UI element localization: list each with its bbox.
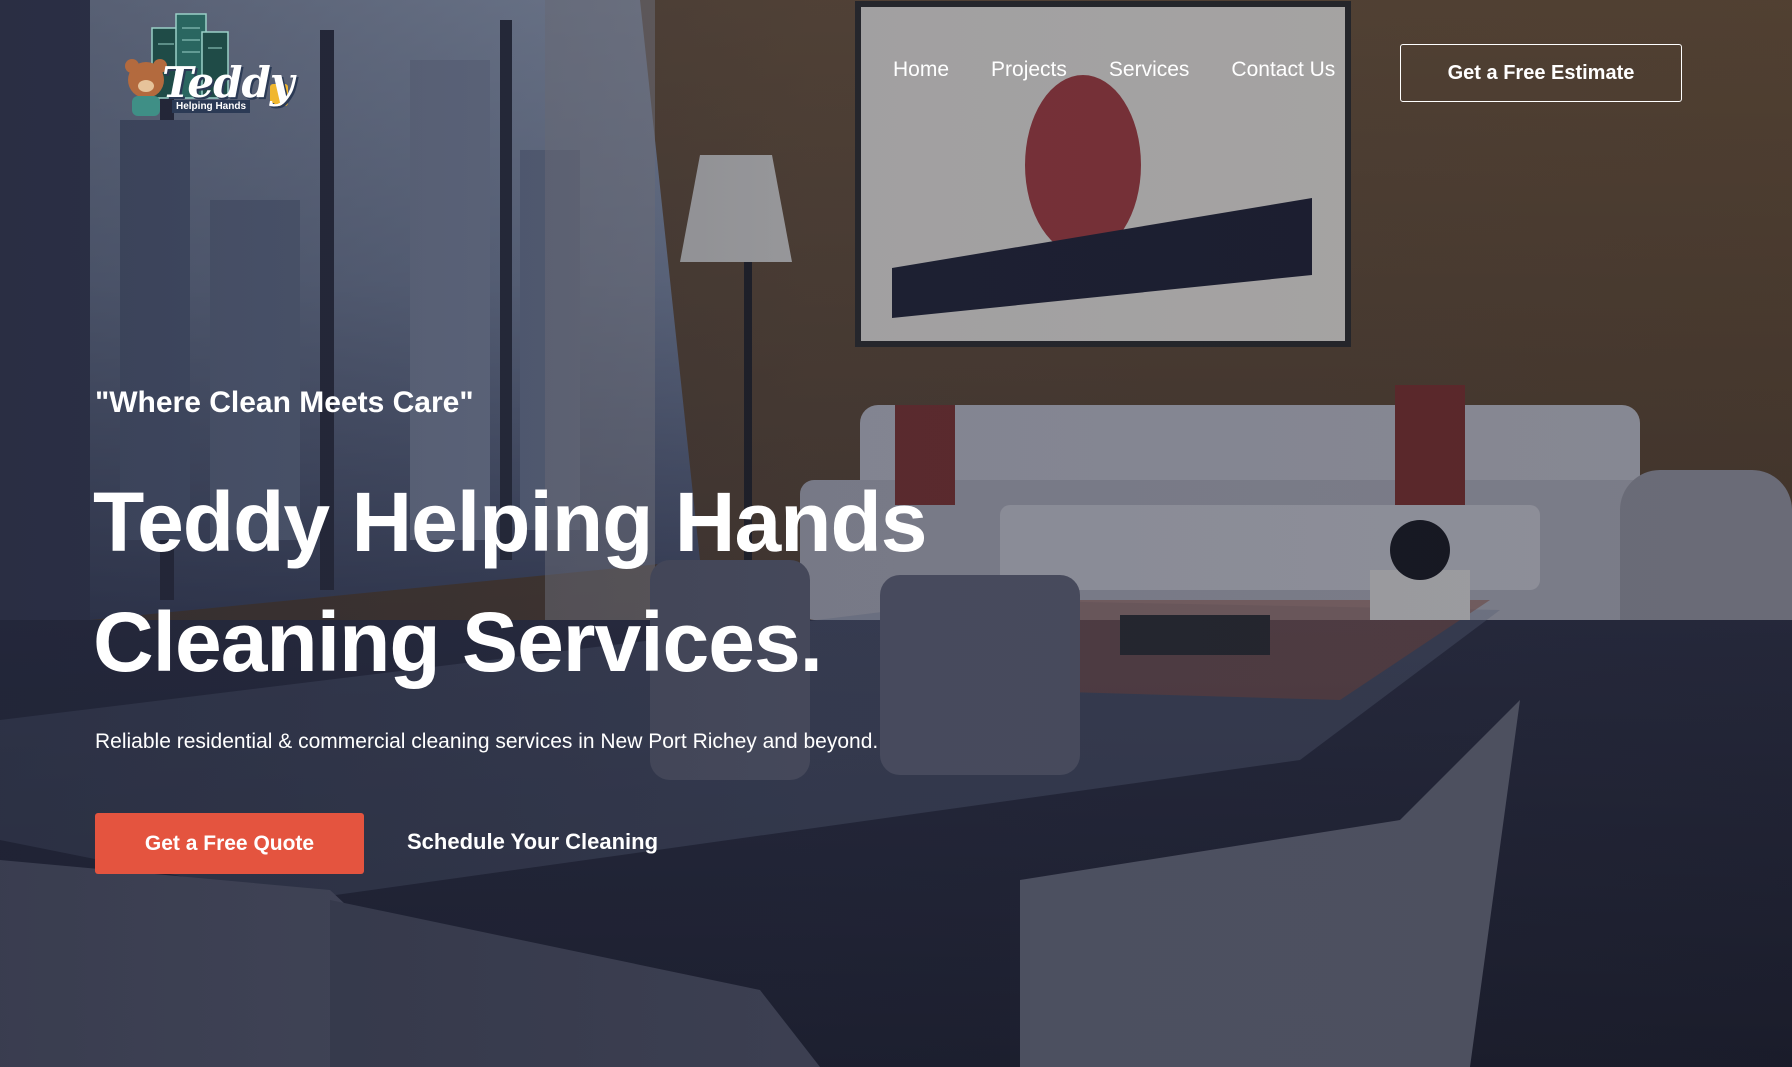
hero-section: Teddy Helping Hands Home Projects Servic… (0, 0, 1792, 1067)
nav-home[interactable]: Home (893, 58, 949, 82)
brand-logo[interactable]: Teddy Helping Hands (102, 8, 302, 123)
free-estimate-button[interactable]: Get a Free Estimate (1400, 44, 1682, 102)
nav-services[interactable]: Services (1109, 58, 1190, 82)
hero-tagline: "Where Clean Meets Care" (95, 386, 474, 419)
nav-projects[interactable]: Projects (991, 58, 1067, 82)
hero-headline-line-1: Teddy Helping Hands (93, 475, 928, 569)
hero-headline: Teddy Helping Hands Cleaning Services. (93, 462, 928, 702)
logo-subtitle: Helping Hands (172, 100, 251, 113)
nav-contact-us[interactable]: Contact Us (1231, 58, 1335, 82)
free-quote-button[interactable]: Get a Free Quote (95, 813, 364, 874)
main-navigation: Home Projects Services Contact Us (893, 58, 1335, 82)
hero-headline-line-2: Cleaning Services. (93, 595, 823, 689)
hero-subtext: Reliable residential & commercial cleani… (95, 730, 879, 753)
schedule-cleaning-link[interactable]: Schedule Your Cleaning (407, 829, 658, 855)
